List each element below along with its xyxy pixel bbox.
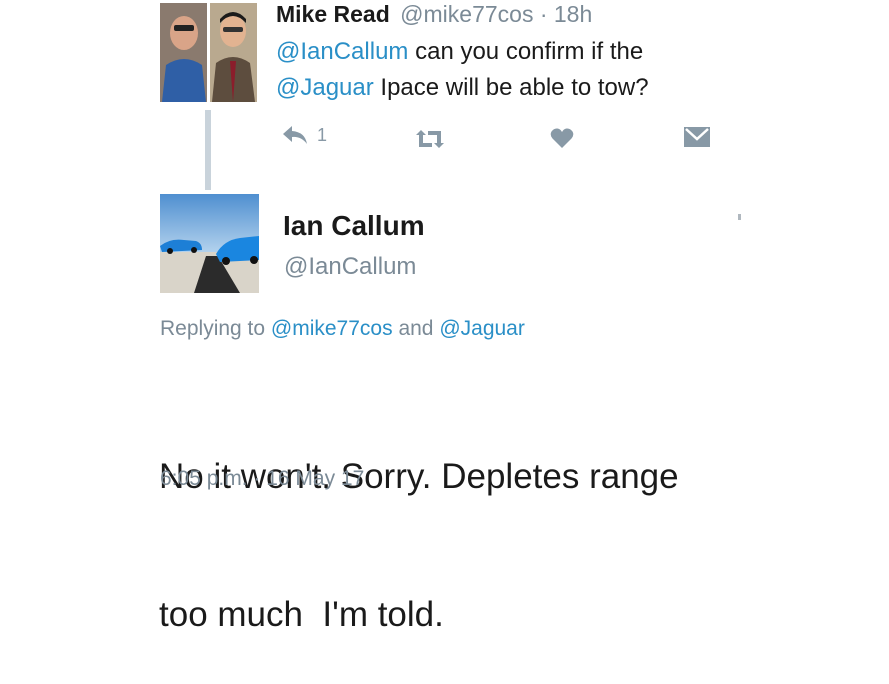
replying-to-and: and	[392, 317, 440, 340]
mention-jaguar[interactable]: @Jaguar	[276, 74, 374, 101]
direct-message-icon	[684, 127, 710, 147]
mention-iancallum[interactable]: @IanCallum	[276, 38, 408, 65]
tweet-menu-chevron-icon[interactable]	[738, 214, 741, 220]
avatar-photo-cars	[160, 194, 259, 293]
reply-timestamp[interactable]: 6:05 p.m. · 16 May 17	[160, 467, 364, 491]
parent-text-segment-2: Ipace will be able to tow?	[373, 74, 649, 101]
ian-callum-avatar[interactable]	[160, 194, 259, 293]
replying-to-line: Replying to @mike77cos and @Jaguar	[160, 317, 525, 341]
replying-to-mike77cos[interactable]: @mike77cos	[271, 317, 393, 340]
like-button[interactable]	[550, 127, 574, 149]
reply-author-name[interactable]: Ian Callum	[283, 210, 425, 242]
retweet-icon	[416, 130, 444, 148]
like-icon	[550, 128, 574, 148]
parent-handle-time[interactable]: @mike77cos · 18h	[400, 1, 592, 27]
mike-read-avatar[interactable]	[160, 3, 257, 102]
thread-line	[205, 110, 211, 190]
reply-icon	[283, 126, 307, 144]
replying-to-jaguar[interactable]: @Jaguar	[439, 317, 525, 340]
parent-author-name[interactable]: Mike Read	[276, 1, 390, 27]
parent-tweet-text: @IanCallum can you confirm if the @Jagua…	[276, 34, 649, 106]
reply-button[interactable]: 1	[281, 124, 327, 146]
reply-count: 1	[317, 124, 328, 145]
parent-text-line-2: @Jaguar Ipace will be able to tow?	[276, 70, 649, 106]
reply-text-line-2: too much I'm told.	[159, 595, 444, 634]
parent-text-segment-1: can you confirm if the	[408, 38, 644, 65]
reply-author-handle[interactable]: @IanCallum	[284, 253, 416, 281]
replying-to-prefix: Replying to	[160, 317, 271, 340]
retweet-button[interactable]	[414, 128, 446, 150]
parent-text-line-1: @IanCallum can you confirm if the	[276, 34, 649, 70]
reply-tweet-text: No it won't. Sorry. Depletes range too m…	[159, 362, 679, 684]
avatar-photo	[160, 3, 257, 102]
direct-message-button[interactable]	[684, 127, 710, 147]
parent-tweet-header: Mike Read @mike77cos · 18h	[276, 1, 592, 28]
